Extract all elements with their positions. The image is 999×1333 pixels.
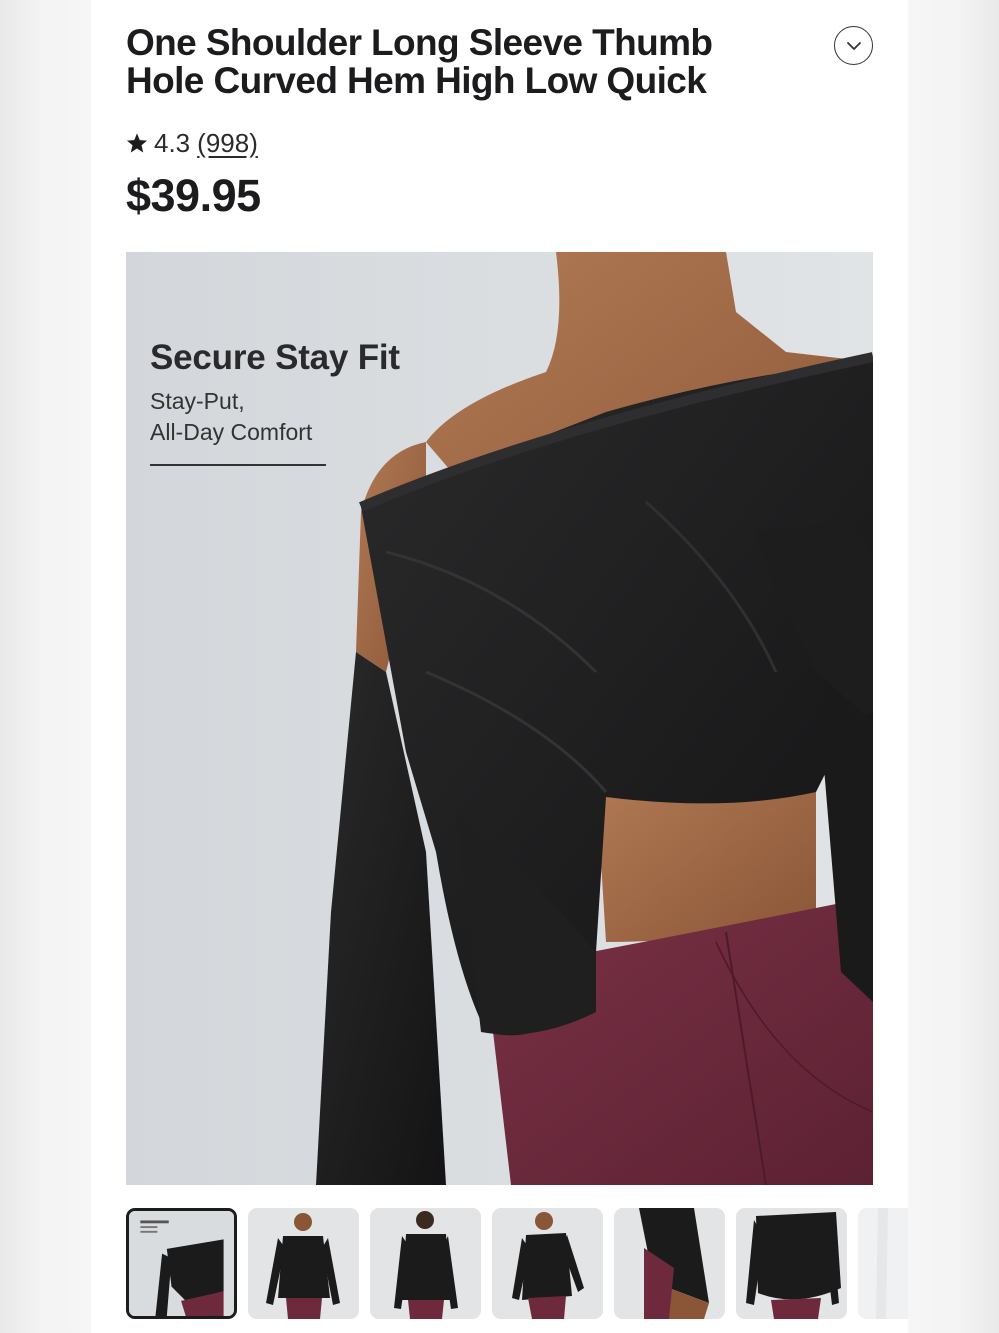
product-title: One Shoulder Long Sleeve Thumb Hole Curv… (126, 22, 713, 101)
star-icon (126, 133, 148, 153)
promo-title: Secure Stay Fit (150, 338, 400, 377)
chevron-down-icon (846, 41, 861, 50)
thumbnail-image (129, 1211, 234, 1316)
thumbnail-image (736, 1208, 847, 1319)
thumbnail-image (370, 1208, 481, 1319)
collapse-button[interactable] (834, 26, 873, 65)
thumbnail-7[interactable] (858, 1208, 908, 1319)
rating-value: 4.3 (154, 127, 191, 158)
thumbnail-3[interactable] (370, 1208, 481, 1319)
thumbnail-1[interactable] (126, 1208, 237, 1319)
thumbnail-image (248, 1208, 359, 1319)
rating-summary: 4.3 (998) (126, 127, 258, 159)
product-detail-page: One Shoulder Long Sleeve Thumb Hole Curv… (91, 0, 908, 1333)
review-count-link[interactable]: (998) (197, 128, 258, 159)
product-hero-image[interactable]: Secure Stay Fit Stay-Put, All-Day Comfor… (126, 252, 873, 1185)
thumbnail-2[interactable] (248, 1208, 359, 1319)
promo-divider (150, 464, 326, 466)
promo-subtitle: Stay-Put, All-Day Comfort (150, 386, 410, 448)
promo-subtitle-line1: Stay-Put, (150, 388, 245, 414)
promo-subtitle-line2: All-Day Comfort (150, 419, 313, 445)
thumbnail-image (492, 1208, 603, 1319)
thumbnail-5[interactable] (614, 1208, 725, 1319)
thumbnail-4[interactable] (492, 1208, 603, 1319)
thumbnail-image (858, 1208, 908, 1319)
thumbnail-6[interactable] (736, 1208, 847, 1319)
product-price: $39.95 (126, 170, 261, 221)
thumbnail-image (614, 1208, 725, 1319)
thumbnail-strip (126, 1208, 908, 1319)
